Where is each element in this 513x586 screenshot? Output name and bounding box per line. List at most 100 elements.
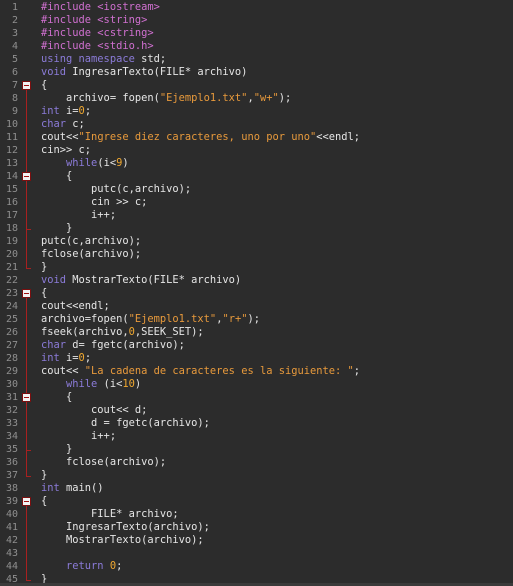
code-line[interactable]: cout<<"Ingrese diez caracteres, uno por … [41, 131, 360, 144]
code-token: fclose(archivo); [41, 248, 142, 260]
code-line[interactable]: while(i<9) [41, 157, 129, 170]
code-token: std; [141, 53, 167, 65]
code-line[interactable]: return 0; [41, 560, 122, 573]
code-token: MostrarTexto(archivo); [41, 534, 204, 546]
code-token: d = fgetc(archivo); [41, 417, 210, 429]
line-number: 13 [5, 158, 18, 169]
code-line[interactable]: i++; [41, 430, 116, 443]
line-number: 43 [5, 548, 18, 559]
code-token: #include <iostream> [41, 1, 160, 13]
code-line[interactable]: cin>> c; [41, 144, 91, 157]
code-line[interactable]: fclose(archivo); [41, 248, 141, 261]
code-line[interactable]: { [41, 287, 47, 300]
code-line[interactable]: IngresarTexto(archivo); [41, 521, 210, 534]
fold-collapse-icon[interactable] [22, 172, 31, 181]
line-number: 12 [5, 145, 18, 156]
code-line[interactable]: int i=0; [41, 352, 91, 365]
code-line[interactable]: d = fgetc(archivo); [41, 417, 210, 430]
fold-end-marker [26, 268, 31, 269]
code-token: <<endl; [316, 131, 361, 143]
code-line[interactable]: while (i<10) [41, 378, 141, 391]
code-line[interactable]: fclose(archivo); [41, 456, 166, 469]
code-token: FILE* archivo; [41, 508, 179, 520]
code-line[interactable]: fseek(archivo,0,SEEK_SET); [41, 326, 204, 339]
code-line[interactable]: i++; [41, 209, 116, 222]
fold-collapse-icon[interactable] [22, 393, 31, 402]
code-token: ); [278, 92, 292, 104]
code-token: putc(c,archivo); [41, 183, 192, 195]
line-number: 20 [5, 249, 18, 260]
code-line[interactable]: void MostrarTexto(FILE* archivo) [41, 274, 241, 287]
line-number: 41 [5, 522, 18, 533]
line-number: 9 [11, 106, 18, 117]
code-token: int [41, 352, 67, 364]
code-token: ; [84, 352, 92, 364]
code-line[interactable]: } [41, 261, 47, 274]
code-line[interactable]: { [41, 391, 72, 404]
fold-end-marker [26, 229, 31, 230]
code-token: { [41, 287, 48, 299]
code-line[interactable]: #include <string> [41, 14, 147, 27]
code-text-area[interactable]: #include <iostream> #include <string> #inc… [37, 0, 513, 586]
code-line[interactable]: archivo= fopen("Ejemplo1.txt","w+"); [41, 92, 291, 105]
line-number: 40 [5, 509, 18, 520]
code-line[interactable]: char c; [41, 118, 85, 131]
line-number: 28 [5, 353, 18, 364]
code-token: fclose(archivo); [41, 456, 167, 468]
code-token: } [41, 469, 48, 481]
code-token: void [41, 66, 73, 78]
code-line[interactable]: archivo=fopen("Ejemplo1.txt","r+"); [41, 313, 260, 326]
code-line[interactable]: MostrarTexto(archivo); [41, 534, 204, 547]
code-line[interactable]: #include <stdio.h> [41, 40, 154, 53]
code-token: ,SEEK_SET); [134, 326, 204, 338]
code-line[interactable]: #include <cstring> [41, 27, 154, 40]
code-token: ; [353, 365, 361, 377]
code-line[interactable]: void IngresarTexto(FILE* archivo) [41, 66, 247, 79]
line-number: 16 [5, 197, 18, 208]
code-line[interactable]: } [41, 222, 72, 235]
code-line[interactable]: cin >> c; [41, 196, 147, 209]
code-line[interactable]: cout<< "La cadena de caracteres es la si… [41, 365, 360, 378]
line-number: 19 [5, 236, 18, 247]
line-number: 24 [5, 301, 18, 312]
code-line[interactable]: char d= fgetc(archivo); [41, 339, 185, 352]
code-line[interactable]: } [41, 443, 72, 456]
fold-collapse-icon[interactable] [22, 289, 31, 298]
line-number: 22 [5, 275, 18, 286]
fold-collapse-icon[interactable] [22, 81, 31, 90]
code-line[interactable]: #include <iostream> [41, 1, 160, 14]
code-line[interactable]: putc(c,archivo); [41, 235, 141, 248]
code-line[interactable]: putc(c,archivo); [41, 183, 191, 196]
line-number: 2 [11, 15, 18, 26]
code-token: i++; [41, 209, 117, 221]
code-editor[interactable]: 1 2 3 4 5 6 7 8 9 10 11 12 13 14 15 16 17 18 19 20 21 22 23 24 2… [0, 0, 513, 586]
line-number: 34 [5, 431, 18, 442]
code-token: IngresarTexto(FILE* archivo) [72, 66, 248, 78]
code-line[interactable]: cout<< d; [41, 404, 147, 417]
code-line[interactable]: int main() [41, 482, 104, 495]
code-token: cout<< [41, 365, 85, 377]
code-token: ) [134, 378, 142, 390]
code-line[interactable]: int i=0; [41, 105, 91, 118]
code-token: #include <stdio.h> [41, 40, 154, 52]
code-line[interactable]: { [41, 495, 47, 508]
line-number: 4 [11, 41, 18, 52]
code-token: cin >> c; [41, 196, 148, 208]
code-token: IngresarTexto(archivo); [41, 521, 210, 533]
fold-collapse-icon[interactable] [22, 497, 31, 506]
code-token: fseek(archivo, [41, 326, 129, 338]
fold-range-line [26, 402, 27, 450]
code-line[interactable]: FILE* archivo; [41, 508, 179, 521]
code-line[interactable]: { [41, 79, 47, 92]
code-token: } [41, 222, 73, 234]
code-token: archivo=fopen( [41, 313, 129, 325]
code-line[interactable]: { [41, 170, 72, 183]
code-token: ; [84, 105, 92, 117]
code-token: return [66, 560, 110, 572]
code-token: ) [122, 157, 129, 169]
code-line[interactable]: } [41, 469, 47, 482]
code-token: "r+" [222, 313, 248, 325]
code-line[interactable]: cout<<endl; [41, 300, 110, 313]
code-line[interactable]: using namespace std; [41, 53, 166, 66]
